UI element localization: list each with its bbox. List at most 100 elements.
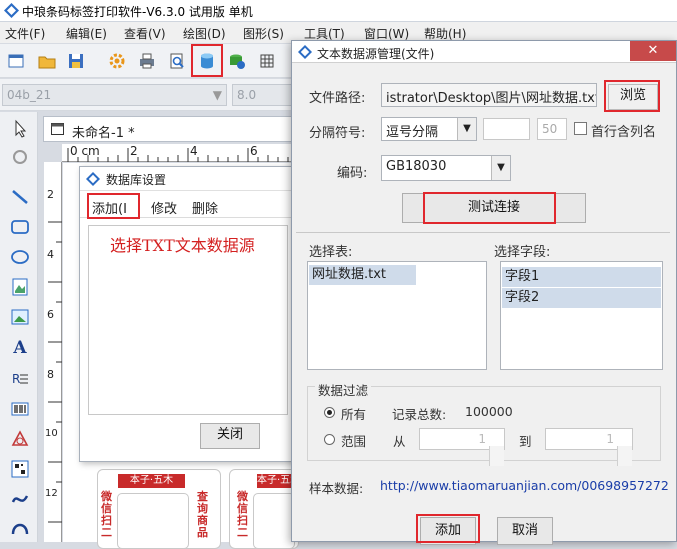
text-dialog-header: 文本数据源管理(文件) ✕ [292, 41, 676, 63]
app-logo-icon [298, 45, 312, 59]
close-icon[interactable]: ✕ [630, 41, 676, 61]
radio-dot [327, 410, 332, 415]
left-ruler-label-4: 4 [47, 248, 54, 261]
image-icon[interactable] [9, 306, 31, 328]
record-total-value: 100000 [465, 404, 513, 419]
add-button[interactable]: 添加 [420, 517, 476, 545]
ruler-label-2: 2 [130, 144, 138, 158]
all-label: 所有 [341, 407, 367, 422]
left-ruler-label-12: 12 [45, 488, 58, 499]
text-dialog-title: 文本数据源管理(文件) [317, 47, 435, 61]
table-list-item[interactable]: 网址数据.txt [309, 265, 416, 285]
save-icon[interactable] [66, 51, 86, 71]
menu-view[interactable]: 查看(V) [124, 25, 166, 42]
sample-data-label: 样本数据: [309, 481, 364, 496]
size-combo-value: 8.0 [237, 88, 257, 102]
divider [296, 232, 670, 233]
svg-text:R: R [12, 372, 20, 386]
app-logo-icon [86, 172, 100, 186]
ellipse-icon[interactable] [9, 246, 31, 268]
table-list[interactable]: 网址数据.txt [307, 261, 487, 370]
left-ruler-label-6: 6 [47, 308, 54, 321]
grid-icon[interactable] [257, 51, 277, 71]
settings-gear-icon[interactable] [107, 51, 127, 71]
document-tab-title: 未命名-1 * [72, 126, 135, 141]
db-delete-button[interactable]: 删除 [192, 198, 218, 217]
range-from-value: 1 [478, 432, 486, 446]
first-row-checkbox[interactable] [574, 122, 587, 135]
range-label: 范围 [341, 434, 367, 449]
data-filter-label: 数据过滤 [315, 380, 372, 399]
db-add-button[interactable]: 添加(I [92, 198, 127, 217]
range-radio[interactable] [324, 434, 335, 445]
field-list-item[interactable]: 字段1 [502, 267, 661, 287]
picture-frame-icon[interactable] [9, 276, 31, 298]
browse-button[interactable]: 浏览 [608, 84, 658, 110]
data-refresh-icon[interactable] [227, 51, 247, 71]
curve-icon[interactable] [9, 488, 31, 510]
print-preview-icon[interactable] [167, 51, 187, 71]
qrcode-icon[interactable] [9, 458, 31, 480]
stepper-arrows[interactable] [617, 446, 632, 466]
ruler-label-6: 6 [250, 144, 258, 158]
font-combo[interactable]: 04b_21 ▼ [2, 84, 227, 106]
range-to-stepper[interactable]: 1 [545, 428, 633, 466]
chevron-down-icon: ▼ [212, 88, 222, 102]
open-folder-icon[interactable] [37, 51, 57, 71]
cancel-button[interactable]: 取消 [497, 517, 553, 545]
app-titlebar: 中琅条码标签打印软件-V6.3.0 试用版 单机 [0, 0, 677, 22]
menu-shape[interactable]: 图形(S) [243, 25, 284, 42]
label-logo: 本子·五木 [257, 474, 294, 488]
new-file-icon[interactable] [6, 51, 26, 71]
menu-file[interactable]: 文件(F) [5, 25, 45, 42]
record-total-label: 记录总数: [392, 407, 447, 422]
separator-count-field[interactable]: 50 [537, 118, 567, 140]
encoding-select[interactable]: GB18030 ▼ [381, 155, 511, 181]
barcode-icon[interactable] [9, 398, 31, 420]
label-vertical-text: 查询商品 [197, 490, 208, 539]
range-from-stepper[interactable]: 1 [419, 428, 505, 466]
pointer-icon[interactable] [9, 118, 31, 140]
menu-edit[interactable]: 编辑(E) [66, 25, 107, 42]
field-list[interactable]: 字段1 字段2 [500, 261, 663, 370]
custom-separator-field[interactable] [483, 118, 530, 140]
first-row-label: 首行含列名 [591, 125, 657, 140]
left-toolbox: A R [0, 112, 38, 542]
chevron-down-icon: ▼ [491, 156, 510, 180]
test-connection-button[interactable]: 测试连接 [402, 193, 586, 223]
range-to-value: 1 [606, 432, 614, 446]
db-edit-button[interactable]: 修改 [151, 198, 177, 217]
stepper-arrows[interactable] [489, 446, 504, 466]
database-dialog-toolbar: 添加(I 修改 删除 [80, 194, 294, 218]
size-combo[interactable]: 8.0 [232, 84, 292, 106]
text-tool-icon[interactable]: A [9, 338, 31, 360]
annotation-text: 选择TXT文本数据源 [110, 236, 255, 255]
database-icon[interactable] [197, 51, 217, 71]
field-list-item[interactable]: 字段2 [502, 288, 661, 308]
all-radio[interactable] [324, 407, 335, 418]
print-icon[interactable] [137, 51, 157, 71]
rotate-icon[interactable] [9, 146, 31, 168]
shape-icon[interactable] [9, 428, 31, 450]
ruler-label-0: 0 cm [70, 144, 100, 158]
rounded-rect-icon[interactable] [9, 216, 31, 238]
separator-select-value: 逗号分隔 [386, 125, 439, 140]
separator-label: 分隔符号: [309, 126, 366, 141]
document-icon [51, 123, 64, 135]
label-vertical-text: 微信扫二 [101, 490, 112, 539]
menu-draw[interactable]: 绘图(D) [183, 25, 226, 42]
file-path-field[interactable]: istrator\Desktop\图片\网址数据.txt [381, 83, 597, 107]
line-tool-icon[interactable] [9, 186, 31, 208]
document-tab[interactable]: 未命名-1 * [43, 116, 293, 142]
datasource-list[interactable]: 选择TXT文本数据源 [88, 225, 288, 415]
separator-select[interactable]: 逗号分隔 ▼ [381, 117, 477, 141]
rich-text-icon[interactable]: R [9, 368, 31, 390]
top-ruler: 0 cm 2 4 6 [62, 144, 294, 162]
qrcode-placeholder [253, 493, 295, 549]
chevron-down-icon: ▼ [457, 118, 476, 140]
left-ruler: 2 4 6 8 10 12 [44, 162, 62, 542]
app-logo-icon [4, 3, 19, 18]
close-button[interactable]: 关闭 [200, 423, 260, 449]
arc-icon[interactable] [9, 516, 31, 538]
left-ruler-label-8: 8 [47, 368, 54, 381]
